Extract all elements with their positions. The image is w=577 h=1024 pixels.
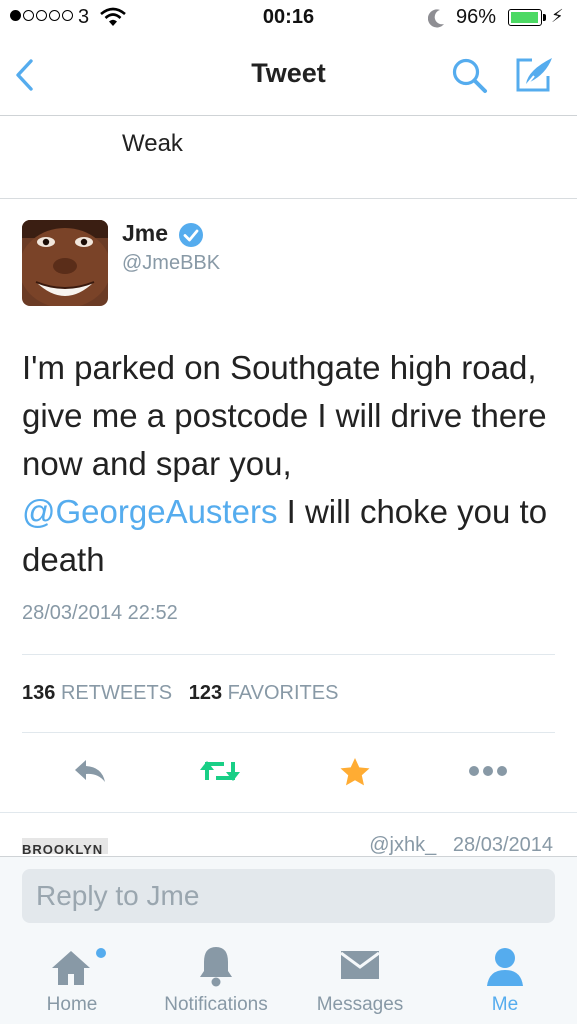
- battery-percent: 96%: [456, 6, 497, 28]
- status-bar: 3 00:16 96% ⚡︎: [0, 0, 577, 38]
- retweets-stat[interactable]: 136 RETWEETS: [22, 682, 172, 704]
- battery-tip: [543, 14, 546, 21]
- tab-bar: Home Notifications Messages Me: [0, 936, 577, 1024]
- tab-messages[interactable]: Messages: [300, 936, 420, 1024]
- author-name[interactable]: Jme: [122, 220, 168, 247]
- verified-badge-icon: [178, 222, 204, 253]
- reply-bar: [0, 856, 577, 936]
- tab-label: Me: [491, 994, 519, 1015]
- home-icon: [50, 948, 92, 994]
- reply-meta: @jxhk_ 28/03/2014: [369, 834, 553, 857]
- tweet-stats: 136 RETWEETS 123 FAVORITES: [22, 682, 338, 705]
- tab-label: Notifications: [164, 994, 268, 1015]
- previous-tweet-text[interactable]: Weak: [122, 130, 183, 158]
- reply-avatar-text: BROOKLYN: [22, 842, 104, 854]
- divider: [0, 812, 577, 813]
- battery-icon: [508, 9, 542, 26]
- favorites-count: 123: [188, 682, 223, 704]
- reply-input[interactable]: [22, 869, 555, 923]
- page-title: Tweet: [251, 58, 326, 88]
- retweet-icon[interactable]: [198, 756, 242, 791]
- favorites-label: FAVORITES: [227, 682, 339, 704]
- retweets-label: RETWEETS: [60, 682, 173, 704]
- envelope-icon: [340, 950, 380, 986]
- author-handle[interactable]: @JmeBBK: [122, 252, 220, 275]
- tweet-text: I'm parked on Southgate high road, give …: [22, 344, 552, 584]
- tab-me[interactable]: Me: [445, 936, 565, 1024]
- charging-icon: ⚡︎: [551, 6, 564, 26]
- compose-icon[interactable]: [512, 54, 556, 101]
- new-content-indicator: [96, 948, 106, 958]
- battery-level: [511, 12, 538, 23]
- divider: [22, 732, 555, 733]
- retweets-count: 136: [22, 682, 56, 704]
- reply-icon[interactable]: [72, 756, 108, 791]
- favorites-stat[interactable]: 123 FAVORITES: [189, 682, 339, 704]
- tweet-timestamp: 28/03/2014 22:52: [22, 602, 178, 624]
- divider: [22, 654, 555, 655]
- tab-label: Messages: [316, 994, 404, 1015]
- tab-home[interactable]: Home: [12, 936, 132, 1024]
- tweet-text-part: I'm parked on Southgate high road, give …: [22, 349, 547, 482]
- nav-bar: Tweet: [0, 38, 577, 116]
- search-icon[interactable]: [450, 56, 490, 101]
- bell-icon: [198, 944, 234, 994]
- avatar[interactable]: [22, 220, 108, 306]
- tab-notifications[interactable]: Notifications: [146, 936, 286, 1024]
- mention-link[interactable]: @GeorgeAusters: [22, 493, 277, 530]
- more-icon[interactable]: [467, 756, 509, 791]
- reply-date: 28/03/2014: [452, 834, 553, 856]
- reply-handle[interactable]: @jxhk_: [369, 834, 436, 856]
- favorite-icon[interactable]: [338, 756, 372, 793]
- divider: [0, 198, 577, 199]
- reply-avatar[interactable]: BROOKLYN: [22, 838, 108, 854]
- person-icon: [485, 946, 525, 994]
- moon-icon: [427, 8, 446, 34]
- tab-label: Home: [46, 994, 98, 1015]
